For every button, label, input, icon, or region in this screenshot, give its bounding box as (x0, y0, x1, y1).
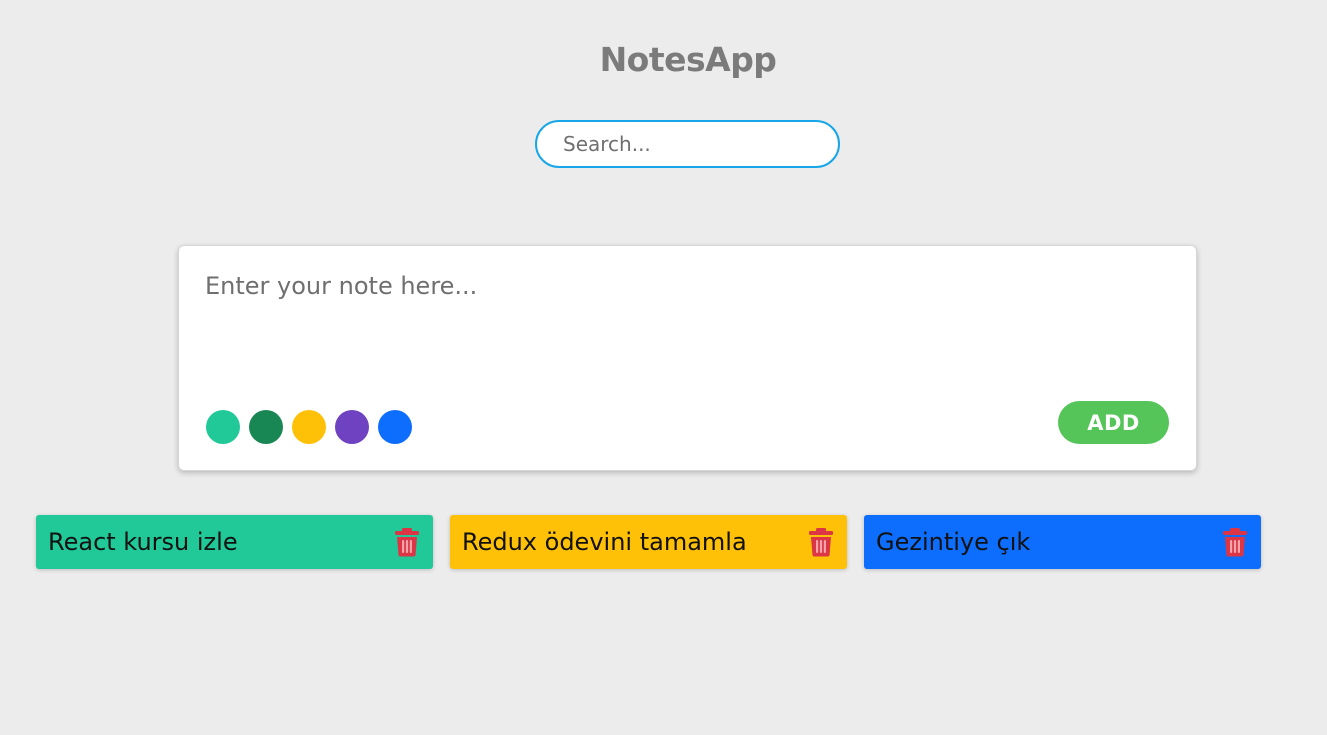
note-text: Redux ödevini tamamla (462, 528, 747, 556)
app-title: NotesApp (599, 40, 777, 80)
note-card: React kursu izle (36, 515, 433, 569)
trash-icon[interactable] (394, 527, 420, 557)
note-textarea[interactable] (205, 272, 1165, 392)
add-note-button[interactable]: ADD (1058, 401, 1169, 444)
note-editor: ADD (178, 245, 1197, 471)
color-swatch-yellow[interactable] (292, 410, 326, 444)
color-swatch-purple[interactable] (335, 410, 369, 444)
search-input[interactable] (535, 120, 840, 168)
color-swatch-teal[interactable] (206, 410, 240, 444)
color-swatch-blue[interactable] (378, 410, 412, 444)
trash-icon[interactable] (808, 527, 834, 557)
note-card: Gezintiye çık (864, 515, 1261, 569)
notes-list: React kursu izle Redux ödevini tamamla G… (36, 515, 1261, 569)
trash-icon[interactable] (1222, 527, 1248, 557)
color-swatch-green[interactable] (249, 410, 283, 444)
note-text: Gezintiye çık (876, 528, 1031, 556)
color-picker (206, 410, 412, 444)
note-card: Redux ödevini tamamla (450, 515, 847, 569)
note-text: React kursu izle (48, 528, 238, 556)
